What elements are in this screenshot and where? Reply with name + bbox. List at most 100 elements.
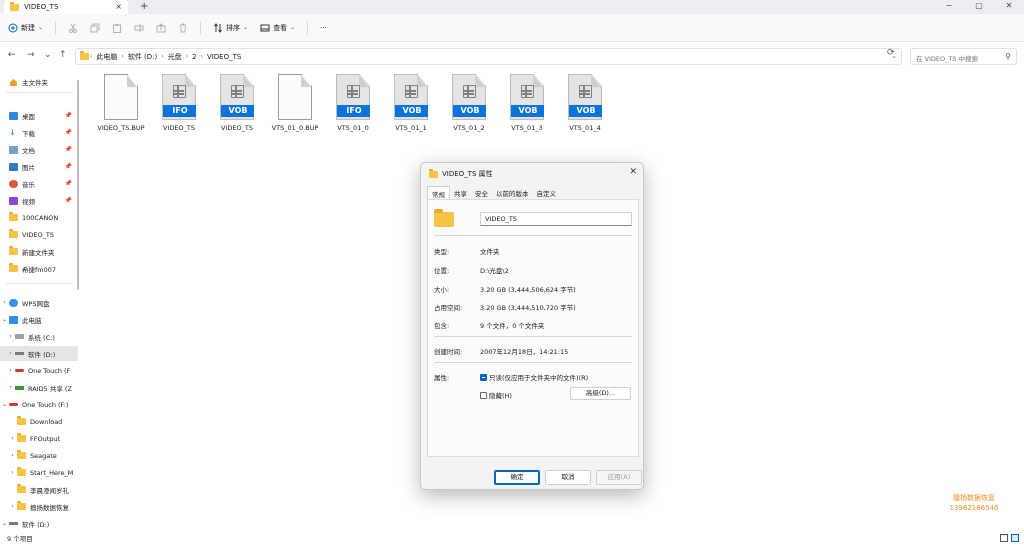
sidebar-item-new-folder[interactable]: 新建文件夹 [0, 244, 78, 259]
expand-chevron-icon[interactable]: › [8, 452, 17, 459]
forward-button[interactable]: → [27, 50, 35, 60]
sidebar-item-this-pc[interactable]: ⌄ 此电脑 [0, 312, 78, 327]
copy-icon[interactable] [90, 23, 100, 33]
file-item[interactable]: IFO VIDEO_TS [150, 74, 208, 132]
video-file-icon: VOB [510, 74, 544, 120]
sidebar-item-home[interactable]: 主文件夹 [0, 74, 78, 89]
sidebar-item-video-ts[interactable]: VIDEO_TS [0, 227, 78, 242]
recent-locations-button[interactable]: ⌄ [44, 50, 52, 60]
tab-sharing[interactable]: 共享 [450, 186, 471, 200]
sidebar-item-start-here[interactable]: › Start_Here_M [0, 465, 78, 480]
sidebar-item-seagate-fm007[interactable]: 希捷fm007 [0, 261, 78, 276]
large-icons-view-icon[interactable] [1011, 534, 1019, 542]
sidebar-item-recovery[interactable]: › 擅扬数据恢复 [0, 499, 78, 514]
sidebar-item-drive-d[interactable]: › 软件 (D:) [0, 346, 78, 361]
details-view-icon[interactable] [1000, 534, 1008, 542]
file-item[interactable]: VTS_01_0.BUP [266, 74, 324, 132]
pin-icon: 📌 [64, 163, 72, 170]
file-extension-badge: VOB [453, 105, 486, 117]
more-options-button[interactable]: ··· [320, 24, 327, 32]
sidebar-item-downloads[interactable]: ↓ 下载 📌 [0, 125, 78, 140]
readonly-checkbox[interactable]: 只读(仅应用于文件夹中的文件)(R) [480, 372, 588, 382]
video-file-icon: IFO [162, 74, 196, 120]
address-bar[interactable]: › 此电脑 › 软件 (D:) › 光盘 › 2 › VIDEO_TS ⌄ [75, 48, 902, 65]
sidebar-item-seagate[interactable]: › Seagate [0, 448, 78, 463]
tab-general[interactable]: 常规 [427, 186, 450, 200]
sidebar-item-documents[interactable]: 文档 📌 [0, 142, 78, 157]
delete-icon[interactable] [178, 23, 188, 33]
file-item[interactable]: VOB VTS_01_4 [556, 74, 614, 132]
tab-close-button[interactable]: × [115, 2, 122, 11]
new-button[interactable]: 新建 ⌄ [8, 23, 43, 33]
advanced-button[interactable]: 高级(D)... [570, 387, 631, 400]
minimize-button[interactable]: − [934, 0, 964, 14]
sidebar-item-wps-cloud[interactable]: › WPS网盘 [0, 295, 78, 310]
sidebar-item-drive-d-2[interactable]: ⌄ 软件 (D:) [0, 516, 78, 531]
sidebar-item-desktop[interactable]: 桌面 📌 [0, 108, 78, 123]
file-extension-badge: VOB [569, 105, 602, 117]
file-item[interactable]: VOB VTS_01_1 [382, 74, 440, 132]
expand-chevron-icon[interactable]: › [8, 435, 17, 442]
new-tab-button[interactable]: + [140, 1, 148, 12]
cancel-button[interactable]: 取消 [545, 470, 591, 485]
sidebar-item-100canon[interactable]: 100CANON [0, 210, 78, 225]
video-file-icon: VOB [452, 74, 486, 120]
file-item[interactable]: VOB VTS_01_2 [440, 74, 498, 132]
sidebar-item-label: Start_Here_M [30, 468, 74, 477]
expand-chevron-icon[interactable]: › [6, 384, 15, 391]
breadcrumb-2[interactable]: 2 [192, 53, 196, 61]
sidebar-scrollbar[interactable] [77, 80, 79, 290]
sidebar-item-folder-li[interactable]: 李晨澄闻岁礼 [0, 482, 78, 497]
refresh-button[interactable]: ⟳ [887, 48, 895, 58]
folder-name-field[interactable]: VIDEO_TS [480, 212, 632, 226]
tab-customize[interactable]: 自定义 [533, 186, 561, 200]
maximize-button[interactable]: ▢ [964, 0, 994, 14]
rename-icon[interactable] [134, 23, 144, 33]
file-item[interactable]: VIDEO_TS.BUP [92, 74, 150, 132]
expand-chevron-icon[interactable]: › [8, 503, 17, 510]
tab-security[interactable]: 安全 [471, 186, 492, 200]
expand-chevron-icon[interactable]: ⌄ [0, 401, 9, 408]
breadcrumb-drive-d[interactable]: 软件 (D:) [128, 52, 157, 62]
sort-button[interactable]: 排序 ⌄ [213, 22, 248, 33]
cut-icon[interactable] [68, 23, 78, 33]
breadcrumb-video-ts[interactable]: VIDEO_TS [207, 53, 241, 61]
sidebar-item-one-touch-f[interactable]: ⌄ One Touch (F:) [0, 397, 78, 412]
expand-chevron-icon[interactable]: ⌄ [0, 316, 9, 323]
sidebar-item-label: 视频 [22, 197, 35, 206]
sidebar-item-one-touch[interactable]: › One Touch (F [0, 363, 78, 378]
paste-icon[interactable] [112, 23, 122, 33]
hidden-checkbox[interactable]: 隐藏(H) [480, 390, 512, 400]
sidebar-item-ffoutput[interactable]: › FFOutput [0, 431, 78, 446]
drive-icon [15, 352, 24, 355]
up-button[interactable]: ↑ [59, 50, 67, 60]
expand-chevron-icon[interactable]: › [0, 299, 9, 306]
share-icon[interactable] [156, 22, 166, 33]
sidebar-item-music[interactable]: 音乐 📌 [0, 176, 78, 191]
close-window-button[interactable]: ✕ [994, 0, 1024, 14]
search-input[interactable]: 在 VIDEO_TS 中搜索 ⚲ [910, 48, 1017, 65]
pin-icon: 📌 [64, 129, 72, 136]
dialog-close-button[interactable]: ✕ [629, 167, 637, 177]
sidebar-item-videos[interactable]: 视频 📌 [0, 193, 78, 208]
view-button[interactable]: 查看 ⌄ [260, 23, 295, 33]
breadcrumb-disc[interactable]: 光盘 [168, 52, 182, 62]
back-button[interactable]: ← [8, 50, 16, 60]
file-item[interactable]: VOB VTS_01_3 [498, 74, 556, 132]
tab-previous-versions[interactable]: 以前的版本 [492, 186, 533, 200]
sidebar-item-pictures[interactable]: 图片 📌 [0, 159, 78, 174]
sidebar-item-drive-c[interactable]: › 系统 (C:) [0, 329, 78, 344]
tab-video-ts[interactable]: VIDEO_TS × [4, 0, 128, 14]
expand-chevron-icon[interactable]: ⌄ [0, 520, 9, 527]
expand-chevron-icon[interactable]: › [6, 350, 15, 357]
file-item[interactable]: VOB VIDEO_TS [208, 74, 266, 132]
sidebar-item-raid5[interactable]: › RAID5 共享 (Z [0, 380, 78, 395]
expand-chevron-icon[interactable]: › [8, 469, 17, 476]
expand-chevron-icon[interactable]: › [6, 367, 15, 374]
breadcrumb-this-pc[interactable]: 此电脑 [96, 52, 117, 62]
sidebar-item-download[interactable]: Download [0, 414, 78, 429]
sort-button-label: 排序 [226, 23, 241, 32]
ok-button[interactable]: 确定 [494, 470, 540, 485]
expand-chevron-icon[interactable]: › [6, 333, 15, 340]
file-item[interactable]: IFO VTS_01_0 [324, 74, 382, 132]
